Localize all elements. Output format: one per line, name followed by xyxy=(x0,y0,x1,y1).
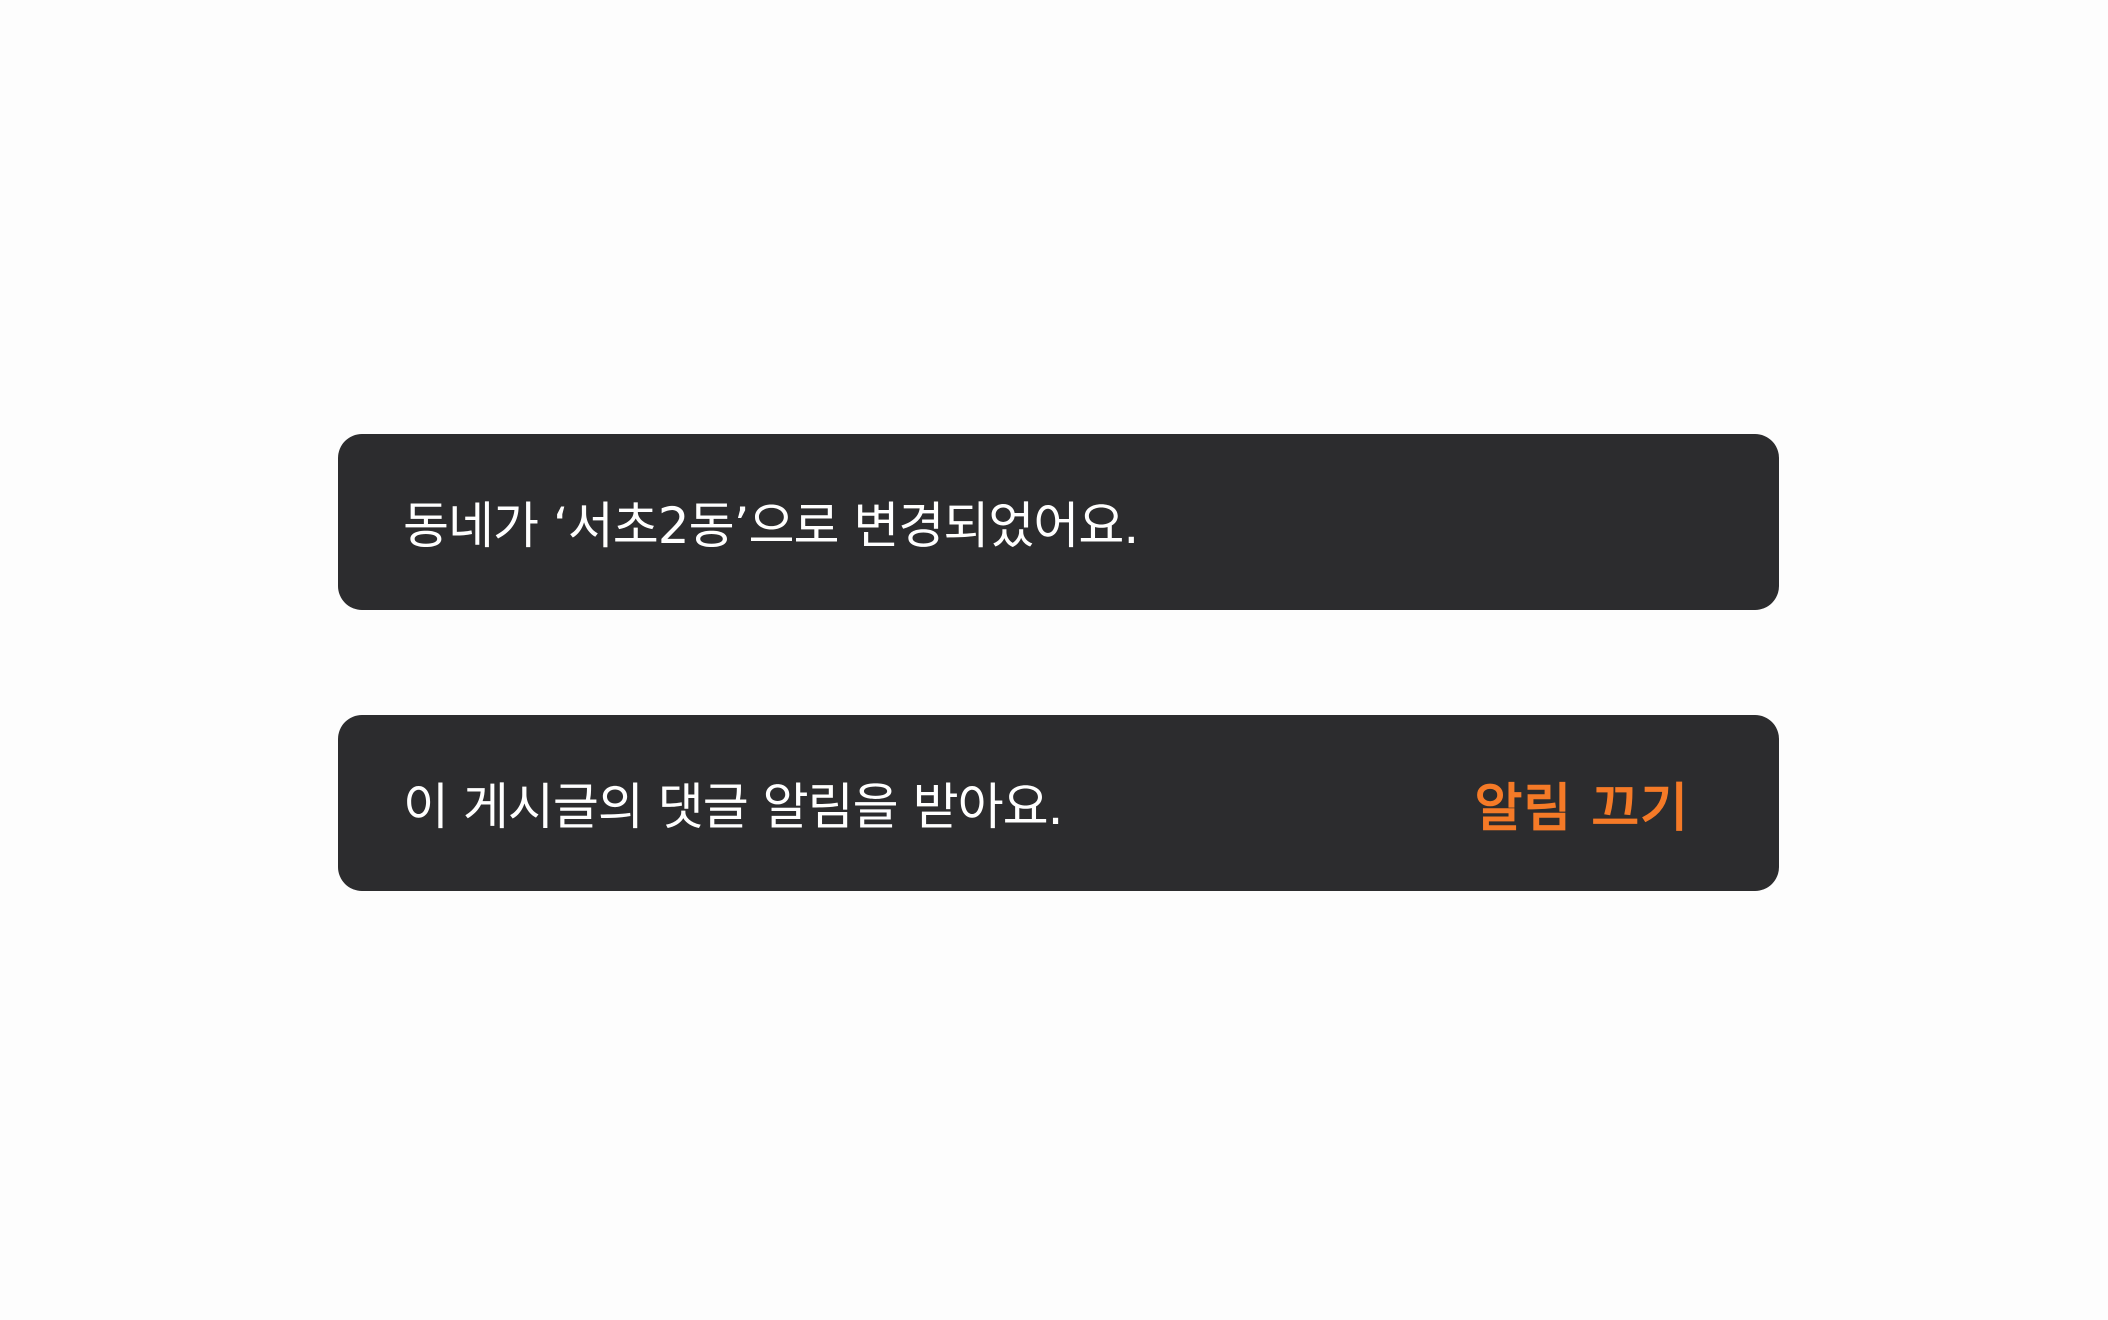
snackbar-message: 동네가 ‘서초2동’으로 변경되었어요. xyxy=(403,497,1139,555)
comment-notification-snackbar: 이 게시글의 댓글 알림을 받아요. 알림 끄기 xyxy=(338,715,1779,891)
location-changed-snackbar: 동네가 ‘서초2동’으로 변경되었어요. xyxy=(338,434,1779,610)
snackbar-message: 이 게시글의 댓글 알림을 받아요. xyxy=(403,778,1063,836)
turn-off-notifications-button[interactable]: 알림 끄기 xyxy=(1475,766,1689,841)
